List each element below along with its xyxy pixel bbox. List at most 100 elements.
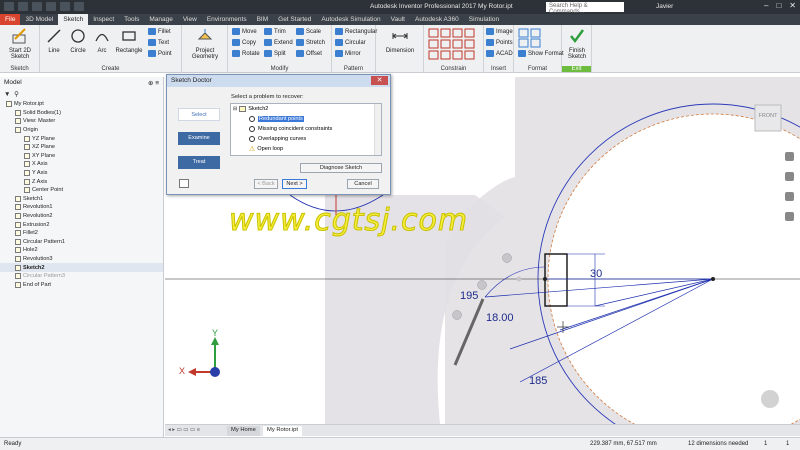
doc-tab-rotor[interactable]: My Rotor.ipt (263, 426, 302, 436)
scale-button[interactable]: Scale (296, 28, 321, 35)
tab-vault[interactable]: Vault (386, 14, 410, 25)
rotate-button[interactable]: Rotate (232, 50, 260, 57)
show-format-button[interactable]: Show Format (518, 50, 564, 57)
minimize-icon[interactable]: – (764, 1, 768, 10)
copy-button[interactable]: Copy (232, 39, 256, 46)
doc-nav-arrows[interactable]: ◂ ▸ ▭ ▭ ▭ ≡ (168, 427, 200, 433)
nav-examine[interactable]: Examine (178, 132, 220, 145)
move-button[interactable]: Move (232, 28, 257, 35)
tab-simulation[interactable]: Simulation (464, 14, 504, 25)
browser-item[interactable]: Revolution1 (0, 203, 163, 212)
browser-item[interactable]: Extrusion2 (0, 220, 163, 229)
format-icons[interactable] (518, 28, 544, 48)
tab-3d-model[interactable]: 3D Model (20, 14, 58, 25)
doc-tab-home[interactable]: My Home (227, 426, 260, 436)
browser-item[interactable]: View: Master (0, 117, 163, 126)
problem-row[interactable]: Missing coincident constraints (231, 124, 381, 134)
tab-file[interactable]: File (0, 14, 21, 25)
dimension-195[interactable]: 195 (460, 290, 478, 302)
dimension-18[interactable]: 18.00 (486, 312, 514, 324)
browser-item[interactable]: End of Part (0, 280, 163, 289)
browser-menu-icon[interactable]: ⊕ ≡ (148, 79, 159, 87)
cancel-button[interactable]: Cancel (347, 179, 379, 189)
browser-item[interactable]: Circular Pattern1 (0, 238, 163, 247)
trim-button[interactable]: Trim (264, 28, 286, 35)
stretch-button[interactable]: Stretch (296, 39, 325, 46)
tab-sketch[interactable]: Sketch (58, 14, 89, 25)
acad-button[interactable]: ACAD (486, 50, 513, 57)
browser-item[interactable]: XY Plane (0, 152, 163, 161)
home-icon[interactable] (74, 2, 84, 11)
browser-item[interactable]: XZ Plane (0, 143, 163, 152)
browser-item[interactable]: YZ Plane (0, 134, 163, 143)
tab-autodesk-simulation[interactable]: Autodesk Simulation (316, 14, 385, 25)
back-button[interactable]: < Back (254, 179, 278, 189)
problem-list[interactable]: ⊟ Sketch2 Redundant points Missing coinc… (230, 103, 382, 156)
filter-icon[interactable]: ▼ (4, 91, 10, 98)
problem-row[interactable]: ⚠ Open loop (231, 144, 381, 154)
list-scrollbar[interactable] (374, 104, 381, 155)
browser-item[interactable]: My Rotor.ipt (0, 100, 163, 109)
browser-item[interactable]: Y Axis (0, 169, 163, 178)
browser-item[interactable]: Revolution3 (0, 255, 163, 264)
tab-get-started[interactable]: Get Started (273, 14, 316, 25)
dimension-30[interactable]: 30 (590, 268, 602, 280)
problem-row[interactable]: Redundant points (231, 114, 381, 124)
browser-item[interactable]: Revolution2 (0, 212, 163, 221)
browser-item[interactable]: X Axis (0, 160, 163, 169)
offset-button[interactable]: Offset (296, 50, 322, 57)
maximize-icon[interactable]: □ (776, 1, 781, 10)
browser-item[interactable]: Origin (0, 126, 163, 135)
constraint-icons[interactable] (428, 28, 480, 60)
problem-row[interactable]: Overlapping curves (231, 134, 381, 144)
tab-view[interactable]: View (178, 14, 202, 25)
start-2d-sketch-button[interactable]: Start 2D Sketch (3, 27, 37, 60)
close-icon[interactable]: ✕ (789, 1, 796, 10)
rectangular-pattern-button[interactable]: Rectangular (335, 28, 377, 35)
line-button[interactable]: Line (43, 27, 65, 54)
dialog-close-button[interactable]: ✕ (371, 76, 388, 85)
tab-inspect[interactable]: Inspect (88, 14, 119, 25)
help-search-input[interactable]: Search Help & Commands... (546, 2, 624, 15)
find-icon[interactable]: ⚲ (14, 91, 19, 98)
browser-item[interactable]: Sketch1 (0, 195, 163, 204)
tree-root-row[interactable]: ⊟ Sketch2 (231, 104, 381, 114)
help-icon[interactable] (179, 179, 189, 188)
point-button[interactable]: Point (148, 50, 172, 57)
tab-autodesk-a360[interactable]: Autodesk A360 (410, 14, 464, 25)
browser-item[interactable]: Sketch2 (0, 263, 163, 272)
split-button[interactable]: Split (264, 50, 286, 57)
rectangle-button[interactable]: Rectangle (115, 27, 143, 54)
redo-icon[interactable] (60, 2, 70, 11)
browser-item[interactable]: Circular Pattern3 (0, 272, 163, 281)
image-button[interactable]: Image (486, 28, 513, 35)
text-button[interactable]: Text (148, 39, 169, 46)
points-button[interactable]: Points (486, 39, 513, 46)
user-name[interactable]: Javier (656, 3, 673, 10)
arc-button[interactable]: Arc (91, 27, 113, 54)
save-icon[interactable] (32, 2, 42, 11)
extend-button[interactable]: Extend (264, 39, 293, 46)
diagnose-sketch-button[interactable]: Diagnose Sketch (300, 163, 382, 173)
circular-pattern-button[interactable]: Circular (335, 39, 366, 46)
dimension-button[interactable]: Dimension (380, 27, 420, 54)
next-button[interactable]: Next > (282, 179, 307, 189)
open-icon[interactable] (18, 2, 28, 11)
dimension-185[interactable]: 185 (529, 375, 547, 387)
browser-item[interactable]: Z Axis (0, 177, 163, 186)
browser-item[interactable]: Solid Bodies(1) (0, 109, 163, 118)
nav-select[interactable]: Select (178, 108, 220, 121)
tab-manage[interactable]: Manage (144, 14, 178, 25)
browser-item[interactable]: Center Point (0, 186, 163, 195)
tab-environments[interactable]: Environments (202, 14, 252, 25)
browser-item[interactable]: Fillet2 (0, 229, 163, 238)
nav-treat[interactable]: Treat (178, 156, 220, 169)
tab-bim[interactable]: BIM (252, 14, 274, 25)
fillet-button[interactable]: Fillet (148, 28, 171, 35)
new-icon[interactable] (4, 2, 14, 11)
mirror-button[interactable]: Mirror (335, 50, 361, 57)
collapse-icon[interactable]: ⊟ (233, 106, 237, 112)
tab-tools[interactable]: Tools (119, 14, 144, 25)
project-geometry-button[interactable]: Project Geometry (186, 27, 224, 60)
circle-button[interactable]: Circle (67, 27, 89, 54)
